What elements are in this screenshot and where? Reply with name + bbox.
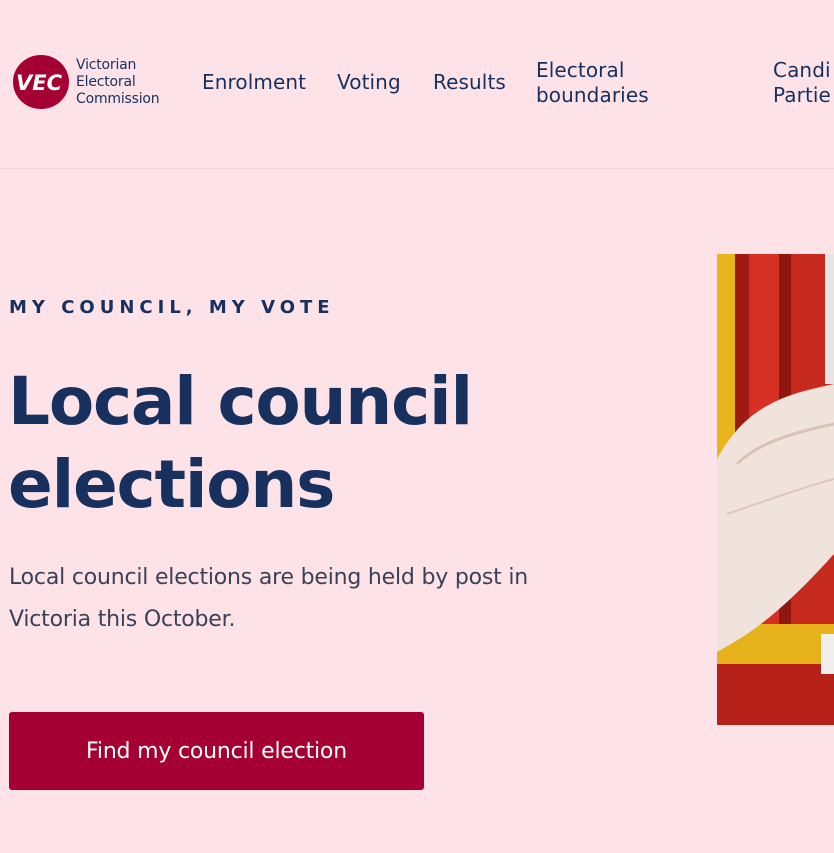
logo-line-electoral: Electoral xyxy=(76,73,136,90)
logo-line-victorian: Victorian xyxy=(76,56,137,73)
ballot-box-photo xyxy=(717,254,834,725)
hero-title-line2: elections xyxy=(8,446,335,523)
logo-wordmark: Victorian Electoral Commission xyxy=(76,56,160,108)
vec-logo-mark: VEC xyxy=(13,55,69,109)
hero-eyebrow: MY COUNCIL, MY VOTE xyxy=(9,297,335,318)
hero-description: Local council elections are being held b… xyxy=(9,565,529,632)
nav-item-results[interactable]: Results xyxy=(433,70,506,95)
logo-line-commission: Commission xyxy=(76,90,160,107)
hero-image xyxy=(717,254,834,725)
nav-item-voting[interactable]: Voting xyxy=(337,70,401,95)
vec-logo[interactable]: VEC Victorian Electoral Commission xyxy=(10,54,160,110)
nav-item-enrolment[interactable]: Enrolment xyxy=(202,70,306,95)
nav-item-candidates-parties-line1: Candi xyxy=(773,58,831,82)
logo-mark-text: VEC xyxy=(16,71,63,95)
hero-title-line1: Local council xyxy=(8,363,473,440)
nav-item-electoral-boundaries-line1: Electoral xyxy=(536,58,625,82)
nav-item-electoral-boundaries[interactable]: Electoral boundaries xyxy=(536,58,649,108)
nav-item-candidates-parties[interactable]: Candi Partie xyxy=(773,58,831,108)
site-header: VEC Victorian Electoral Commission Enrol… xyxy=(0,0,834,169)
nav-item-candidates-parties-line2: Partie xyxy=(773,83,831,107)
hero-title: Local council elections xyxy=(8,360,648,526)
nav-item-electoral-boundaries-line2: boundaries xyxy=(536,83,649,107)
find-my-council-election-button[interactable]: Find my council election xyxy=(9,712,424,790)
